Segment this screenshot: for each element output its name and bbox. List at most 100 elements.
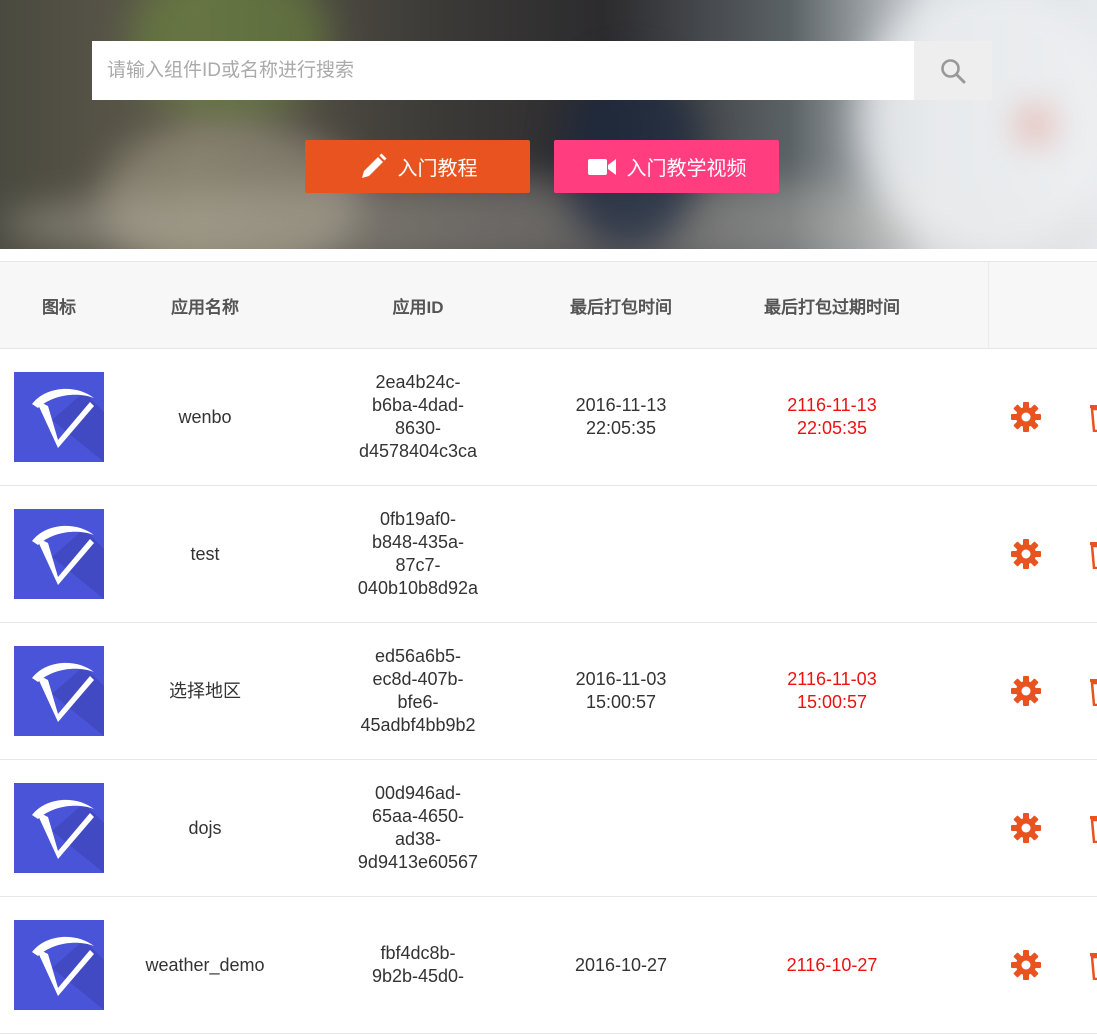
pack-time: 15:00:57 <box>585 692 657 712</box>
app-name: dojs <box>188 817 222 838</box>
app-id: ed56a6b5- ec8d-407b- bfe6- 45adbf4bb9b2 <box>360 645 475 737</box>
app-logo-icon <box>14 646 104 736</box>
banner-decoration <box>1020 110 1050 140</box>
header-last-pack-expiry: 最后打包过期时间 <box>764 297 900 317</box>
app-icon-cell <box>0 760 118 896</box>
app-id-line: 8630- <box>394 418 442 438</box>
app-id-line: ed56a6b5- <box>374 646 462 666</box>
app-id-line: b6ba-4dad- <box>371 395 465 415</box>
delete-button[interactable] <box>1082 486 1097 622</box>
pencil-icon <box>361 153 386 178</box>
expiry-time: 2116-11-03 15:00:57 <box>787 668 876 714</box>
settings-button[interactable] <box>996 760 1056 896</box>
app-id-line: 9d9413e60567 <box>357 852 479 872</box>
app-id: fbf4dc8b- 9b2b-45d0- <box>372 942 464 988</box>
settings-button[interactable] <box>996 349 1056 485</box>
trash-icon <box>1090 953 1097 980</box>
app-id: 00d946ad- 65aa-4650- ad38- 9d9413e60567 <box>358 782 478 874</box>
app-id-line: 2ea4b24c- <box>375 372 461 392</box>
app-name: 选择地区 <box>169 680 241 701</box>
pack-date: 2016-10-27 <box>574 954 668 975</box>
app-name: wenbo <box>178 406 232 427</box>
delete-button[interactable] <box>1082 349 1097 485</box>
search-button[interactable] <box>914 41 992 100</box>
app-icon-cell <box>0 897 118 1033</box>
app-id-cell: fbf4dc8b- 9b2b-45d0- <box>318 897 518 1033</box>
last-pack-time-cell: 2016-11-13 22:05:35 <box>530 349 712 485</box>
settings-button[interactable] <box>996 623 1056 759</box>
app-id-cell: ed56a6b5- ec8d-407b- bfe6- 45adbf4bb9b2 <box>318 623 518 759</box>
pack-date: 2016-11-13 <box>575 395 667 415</box>
app-logo-icon <box>14 509 104 599</box>
table-header: 图标 应用名称 应用ID 最后打包时间 最后打包过期时间 <box>0 261 1097 349</box>
last-pack-time: 2016-11-03 15:00:57 <box>576 668 667 714</box>
header-app-id: 应用ID <box>392 297 444 317</box>
expiry-time: 2116-10-27 <box>787 954 878 977</box>
app-icon-cell <box>0 623 118 759</box>
last-pack-time-cell: 2016-10-27 <box>530 897 712 1033</box>
app-id-line: 45adbf4bb9b2 <box>360 715 476 735</box>
app-icon-cell <box>0 486 118 622</box>
tutorial-button-label: 入门教程 <box>397 158 478 180</box>
app-id-line: 87c7- <box>395 555 441 575</box>
app-id-line: 040b10b8d92a <box>357 578 479 598</box>
app-logo-icon <box>14 372 104 462</box>
tutorial-button[interactable]: 入门教程 <box>305 140 530 193</box>
app-id-line: d4578404c3ca <box>358 441 478 461</box>
app-id-line: bfe6- <box>397 692 439 712</box>
table-row: wenbo 2ea4b24c- b6ba-4dad- 8630- d457840… <box>0 349 1097 486</box>
app-id-line: 0fb19af0- <box>379 509 457 529</box>
app-id-line: 65aa-4650- <box>371 806 465 826</box>
delete-button[interactable] <box>1082 623 1097 759</box>
app-id-line: 9b2b-45d0- <box>371 966 465 986</box>
app-icon-cell <box>0 349 118 485</box>
gear-icon <box>1011 950 1041 980</box>
last-pack-time: 2016-10-27 <box>575 954 667 977</box>
app-id: 0fb19af0- b848-435a- 87c7- 040b10b8d92a <box>358 508 478 600</box>
settings-button[interactable] <box>996 486 1056 622</box>
app-logo-icon <box>14 783 104 873</box>
header-icon: 图标 <box>42 297 76 317</box>
app-table: 图标 应用名称 应用ID 最后打包时间 最后打包过期时间 wenbo 2ea4b… <box>0 261 1097 1034</box>
last-pack-time: 2016-11-13 22:05:35 <box>576 394 667 440</box>
expiry-date: 2116-10-27 <box>786 954 878 975</box>
search-bar <box>92 41 992 100</box>
trash-icon <box>1090 405 1097 432</box>
gear-icon <box>1011 676 1041 706</box>
settings-button[interactable] <box>996 897 1056 1033</box>
app-id-line: 00d946ad- <box>374 783 462 803</box>
app-name: test <box>190 543 220 564</box>
app-id-line: b848-435a- <box>371 532 465 552</box>
app-id-cell: 2ea4b24c- b6ba-4dad- 8630- d4578404c3ca <box>318 349 518 485</box>
video-tutorial-button[interactable]: 入门教学视频 <box>554 140 779 193</box>
trash-icon <box>1090 542 1097 569</box>
banner-decoration <box>860 0 1097 249</box>
expiry-time-cell <box>742 486 922 622</box>
expiry-time-cell: 2116-11-03 15:00:57 <box>742 623 922 759</box>
table-row: test 0fb19af0- b848-435a- 87c7- 040b10b8… <box>0 486 1097 623</box>
app-id-line: fbf4dc8b- <box>380 943 456 963</box>
pack-date: 2016-11-03 <box>575 669 667 689</box>
app-logo-icon <box>14 920 104 1010</box>
header-divider <box>988 262 989 348</box>
video-camera-icon <box>587 158 616 175</box>
trash-icon <box>1090 816 1097 843</box>
gear-icon <box>1011 539 1041 569</box>
header-last-pack-time: 最后打包时间 <box>570 297 672 317</box>
delete-button[interactable] <box>1082 760 1097 896</box>
expiry-date: 2116-11-03 <box>787 669 877 689</box>
expiry-clock: 22:05:35 <box>796 418 868 438</box>
table-row: dojs 00d946ad- 65aa-4650- ad38- 9d9413e6… <box>0 760 1097 897</box>
search-input[interactable] <box>92 41 914 100</box>
app-name: weather_demo <box>145 954 265 975</box>
last-pack-time-cell: 2016-11-03 15:00:57 <box>530 623 712 759</box>
app-id: 2ea4b24c- b6ba-4dad- 8630- d4578404c3ca <box>359 371 477 463</box>
expiry-clock: 15:00:57 <box>796 692 868 712</box>
search-icon <box>941 58 966 83</box>
delete-button[interactable] <box>1082 897 1097 1033</box>
table-row: weather_demo fbf4dc8b- 9b2b-45d0- 2016-1… <box>0 897 1097 1034</box>
app-id-line: ec8d-407b- <box>372 669 464 689</box>
expiry-time-cell <box>742 760 922 896</box>
last-pack-time-cell <box>530 760 712 896</box>
expiry-time-cell: 2116-10-27 <box>742 897 922 1033</box>
